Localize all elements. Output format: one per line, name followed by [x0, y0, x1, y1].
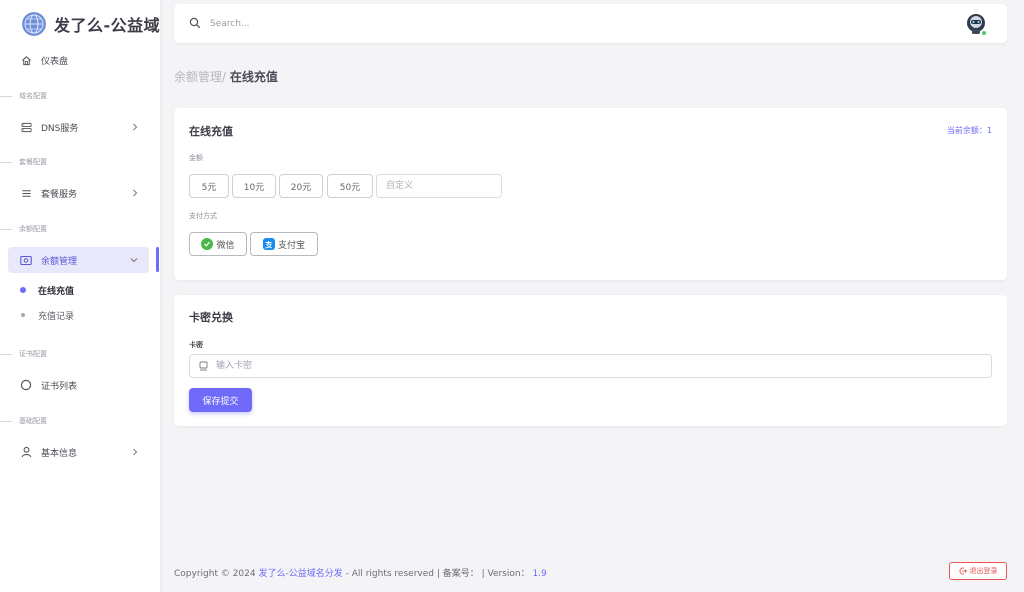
sidebar-item-dashboard[interactable]: 仪表盘 [8, 47, 149, 73]
sidebar-subitem-online-recharge[interactable]: 在线充值 [20, 283, 74, 297]
bullet-icon [21, 313, 25, 317]
chevron-right-icon [133, 123, 138, 131]
sidebar-item-label: 仪表盘 [41, 56, 69, 67]
menu-icon [19, 186, 33, 200]
card-title: 卡密兑换 [189, 311, 233, 324]
section-label: 余额配置 [19, 225, 47, 233]
footer: Copyright © 2024 发了么-公益域名分发 - All rights… [174, 566, 547, 579]
redeem-code-label: 卡密 [189, 341, 203, 349]
sidebar-item-basic-info[interactable]: 基本信息 [8, 439, 149, 465]
topbar [174, 4, 1007, 43]
sidebar-item-label: DNS服务 [41, 123, 79, 134]
redeem-code-input[interactable] [216, 358, 976, 374]
section-label: 基础配置 [19, 417, 47, 425]
wechat-icon [201, 238, 214, 250]
sidebar-item-package-service[interactable]: 套餐服务 [8, 180, 149, 206]
footer-copyright: Copyright © 2024 [174, 569, 256, 579]
sidebar-item-cert-list[interactable]: 证书列表 [8, 372, 149, 398]
breadcrumb: 余额管理/ 在线充值 [174, 68, 278, 85]
section-label: 证书配置 [19, 350, 47, 358]
search-icon[interactable] [189, 17, 201, 29]
card-icon [199, 361, 208, 371]
alipay-icon [262, 238, 275, 250]
section-header-balance: 余额配置 [0, 223, 160, 235]
online-status-dot [981, 30, 987, 36]
brand[interactable]: 发了么-公益域 [22, 11, 160, 37]
pay-wechat-label: 微信 [216, 240, 235, 251]
footer-rights: - All rights reserved | 备案号： | Version： [345, 569, 530, 579]
section-header-cert: 证书配置 [0, 348, 160, 360]
logout-icon [959, 567, 967, 575]
amount-option-50[interactable]: 50元 [327, 174, 373, 198]
globe-logo-icon [22, 12, 46, 36]
current-balance: 当前余额：1 [946, 126, 992, 135]
amount-option-5[interactable]: 5元 [189, 174, 229, 198]
breadcrumb-current: 在线充值 [229, 70, 278, 84]
logout-label: 退出登录 [969, 567, 998, 575]
pay-alipay-button[interactable]: 支付宝 [250, 232, 318, 256]
section-label: 域名配置 [19, 92, 47, 100]
sidebar-subitem-label: 充值记录 [38, 311, 75, 322]
active-indicator [156, 247, 159, 272]
redeem-code-field[interactable] [189, 354, 992, 378]
brand-name: 发了么-公益域 [54, 16, 160, 35]
wallet-icon [19, 253, 33, 267]
chevron-right-icon [133, 189, 138, 197]
sidebar-subitem-label: 在线充值 [38, 286, 75, 297]
amount-option-20[interactable]: 20元 [279, 174, 323, 198]
chevron-down-icon [130, 258, 138, 263]
sidebar-item-balance-mgmt[interactable]: 余额管理 [8, 247, 149, 273]
search-input[interactable] [210, 14, 610, 33]
logout-button[interactable]: 退出登录 [949, 562, 1007, 580]
section-header-domain: 域名配置 [0, 90, 160, 102]
section-header-basic: 基础配置 [0, 415, 160, 427]
sidebar-item-dns[interactable]: DNS服务 [8, 114, 149, 140]
footer-site-link[interactable]: 发了么-公益域名分发 [258, 569, 342, 579]
chevron-right-icon [133, 448, 138, 456]
home-icon [19, 53, 33, 67]
sidebar-item-label: 余额管理 [41, 256, 78, 267]
bullet-icon [20, 287, 26, 293]
sidebar-item-label: 证书列表 [41, 381, 78, 392]
amount-option-10[interactable]: 10元 [232, 174, 276, 198]
sidebar-subitem-recharge-records[interactable]: 充值记录 [20, 308, 74, 322]
pay-alipay-label: 支付宝 [277, 240, 305, 251]
breadcrumb-parent[interactable]: 余额管理/ [174, 70, 226, 84]
section-header-package: 套餐配置 [0, 156, 160, 168]
amount-label: 金额 [189, 154, 203, 162]
redeem-card: 卡密兑换 卡密 保存提交 [174, 295, 1007, 426]
server-icon [19, 120, 33, 134]
sidebar-item-label: 基本信息 [41, 448, 78, 459]
payment-method-label: 支付方式 [189, 212, 217, 220]
user-icon [19, 445, 33, 459]
footer-version: 1.9 [532, 569, 547, 579]
card-title: 在线充值 [189, 125, 233, 138]
submit-button[interactable]: 保存提交 [189, 388, 252, 412]
sidebar: 发了么-公益域 仪表盘 域名配置 DNS服务 套餐配置 套餐服务 余额配置 余额… [0, 0, 160, 592]
sidebar-item-label: 套餐服务 [41, 189, 78, 200]
circle-icon [19, 378, 33, 392]
recharge-card: 在线充值 当前余额：1 金额 5元 10元 20元 50元 支付方式 微信 支付… [174, 108, 1007, 280]
pay-wechat-button[interactable]: 微信 [189, 232, 247, 256]
custom-amount-input[interactable] [376, 174, 502, 198]
section-label: 套餐配置 [19, 158, 47, 166]
